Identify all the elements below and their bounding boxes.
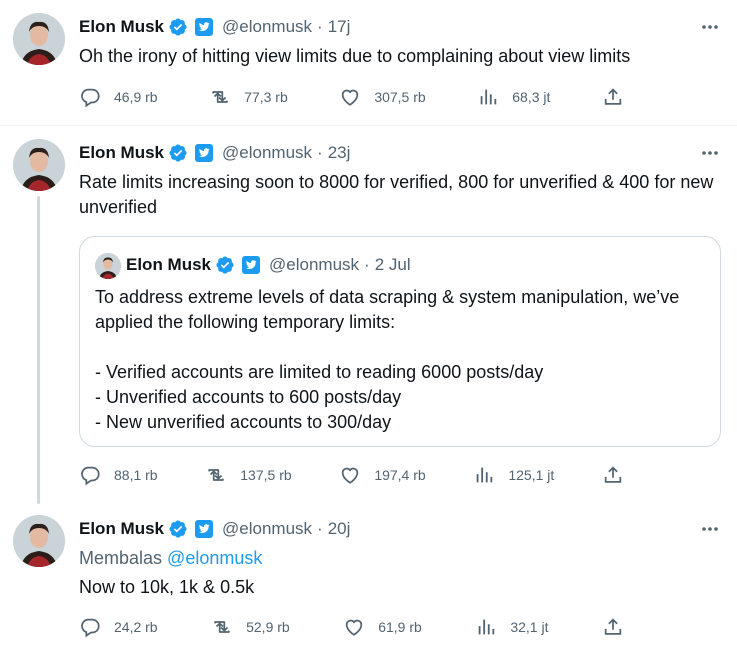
quoted-avatar <box>95 253 121 279</box>
share-icon <box>604 618 622 635</box>
like-button[interactable]: 61,9 rb <box>343 616 422 638</box>
tweet-header: Elon Musk @elonmusk · 23j <box>79 142 350 164</box>
quoted-author-handle: @elonmusk <box>269 255 360 274</box>
retweet-icon <box>214 621 230 633</box>
heart-icon <box>342 89 359 106</box>
reply-icon <box>81 88 100 108</box>
tweet-1[interactable]: Elon Musk @elonmusk · 17j Oh the irony o… <box>0 0 737 126</box>
views-button[interactable]: 32,1 jt <box>475 616 548 638</box>
views-button[interactable]: 125,1 jt <box>473 464 554 486</box>
thread-connector <box>37 196 40 504</box>
like-count: 61,9 rb <box>378 619 422 635</box>
reply-count: 46,9 rb <box>114 89 158 105</box>
more-options-icon[interactable] <box>699 519 721 539</box>
reply-count: 24,2 rb <box>114 619 158 635</box>
like-count: 197,4 rb <box>374 467 426 483</box>
action-bar: 24,2 rb 52,9 rb 61,9 rb 32,1 jt <box>79 615 624 639</box>
more-options-icon[interactable] <box>699 143 721 163</box>
retweet-count: 137,5 rb <box>240 467 292 483</box>
action-bar: 88,1 rb 137,5 rb 197,4 rb 125,1 jt <box>79 463 624 487</box>
tweet-header: Elon Musk @elonmusk · 20j <box>79 518 350 540</box>
retweet-count: 52,9 rb <box>246 619 290 635</box>
reply-context: Membalas @elonmusk <box>79 546 719 571</box>
retweet-button[interactable]: 137,5 rb <box>205 464 292 486</box>
share-button[interactable] <box>602 86 624 108</box>
avatar[interactable] <box>13 515 65 567</box>
timestamp[interactable]: 20j <box>328 519 351 539</box>
quoted-timestamp: 2 Jul <box>374 255 411 274</box>
tweet-text: Oh the irony of hitting view limits due … <box>79 46 631 66</box>
verified-badge-icon <box>168 17 188 37</box>
author-name[interactable]: Elon Musk <box>79 17 164 37</box>
timestamp[interactable]: 17j <box>328 17 351 37</box>
share-button[interactable] <box>602 616 624 638</box>
retweet-button[interactable]: 52,9 rb <box>211 616 290 638</box>
quoted-author-name: Elon Musk <box>126 255 212 274</box>
share-icon <box>604 466 622 483</box>
retweet-icon <box>208 469 225 481</box>
tweet-text: Now to 10k, 1k & 0.5k <box>79 577 255 597</box>
heart-icon <box>342 467 359 484</box>
author-handle[interactable]: @elonmusk <box>222 143 312 163</box>
verified-badge-icon <box>215 255 235 275</box>
views-chart-icon <box>477 467 493 483</box>
view-count: 125,1 jt <box>508 467 555 483</box>
share-button[interactable] <box>602 464 624 486</box>
retweet-icon <box>212 91 228 103</box>
reply-icon <box>81 618 100 638</box>
separator: · <box>317 17 323 36</box>
views-button[interactable]: 68,3 jt <box>477 86 550 108</box>
views-chart-icon <box>480 89 497 105</box>
tweet-header: Elon Musk @elonmusk · 17j <box>79 16 350 38</box>
verified-badge-icon <box>168 519 188 539</box>
tweet-feed: Elon Musk @elonmusk · 17j Oh the irony o… <box>0 0 737 652</box>
tweet-text: Rate limits increasing soon to 8000 for … <box>79 172 714 217</box>
share-icon <box>604 88 622 105</box>
reply-button[interactable]: 46,9 rb <box>79 86 158 108</box>
heart-icon <box>346 619 363 636</box>
separator: · <box>317 143 323 162</box>
view-count: 32,1 jt <box>510 619 549 635</box>
like-button[interactable]: 197,4 rb <box>339 464 426 486</box>
twitter-bird-icon <box>194 17 214 37</box>
avatar[interactable] <box>13 13 65 65</box>
retweet-count: 77,3 rb <box>244 89 288 105</box>
reply-prefix: Membalas <box>79 548 163 568</box>
quoted-tweet[interactable]: Elon Musk @elonmusk · 2 Jul To address e… <box>79 236 721 447</box>
separator: · <box>317 519 323 538</box>
quoted-text: To address extreme levels of data scrapi… <box>95 287 680 432</box>
tweet-2[interactable]: Elon Musk @elonmusk · 23j Rate limits in… <box>0 126 737 504</box>
separator: · <box>364 255 370 274</box>
twitter-bird-icon <box>241 255 261 275</box>
avatar[interactable] <box>13 139 65 191</box>
timestamp[interactable]: 23j <box>328 143 351 163</box>
more-options-icon[interactable] <box>699 17 721 37</box>
reply-button[interactable]: 88,1 rb <box>79 464 158 486</box>
author-handle[interactable]: @elonmusk <box>222 519 312 539</box>
quoted-header: Elon Musk @elonmusk · 2 Jul <box>126 254 411 276</box>
author-name[interactable]: Elon Musk <box>79 143 164 163</box>
tweet-3[interactable]: Elon Musk @elonmusk · 20j Membalas @elon… <box>0 502 737 652</box>
views-chart-icon <box>478 619 495 635</box>
like-count: 307,5 rb <box>374 89 426 105</box>
verified-badge-icon <box>168 143 188 163</box>
reply-count: 88,1 rb <box>114 467 158 483</box>
retweet-button[interactable]: 77,3 rb <box>209 86 288 108</box>
reply-icon <box>81 466 100 486</box>
twitter-bird-icon <box>194 143 214 163</box>
twitter-bird-icon <box>194 519 214 539</box>
like-button[interactable]: 307,5 rb <box>339 86 426 108</box>
author-handle[interactable]: @elonmusk <box>222 17 312 37</box>
author-name[interactable]: Elon Musk <box>79 519 164 539</box>
view-count: 68,3 jt <box>512 89 551 105</box>
reply-button[interactable]: 24,2 rb <box>79 616 158 638</box>
action-bar: 46,9 rb 77,3 rb 307,5 rb 68,3 jt <box>79 85 624 109</box>
reply-to-handle-link[interactable]: @elonmusk <box>167 548 262 568</box>
